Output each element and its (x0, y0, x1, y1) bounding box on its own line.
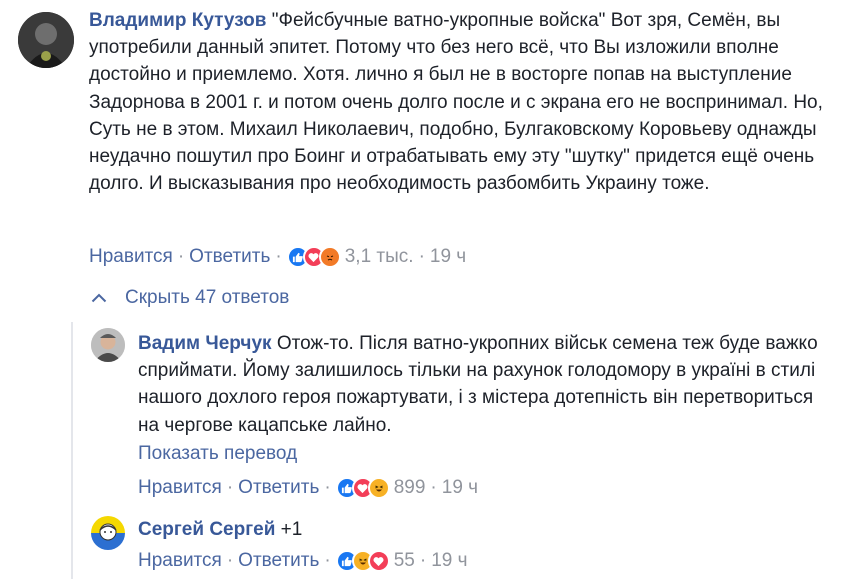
comment-author[interactable]: Вадим Черчук (138, 333, 272, 354)
comment-body: Вадим Черчук Отож-то. Після ватно-укропн… (138, 330, 838, 439)
reaction-count[interactable]: 899 (394, 477, 426, 499)
separator: · (418, 246, 425, 267)
separator: · (324, 477, 331, 498)
haha-reaction-icon (367, 477, 390, 499)
reactions-summary[interactable] (335, 550, 390, 572)
reaction-count[interactable]: 3,1 тыс. (345, 246, 414, 268)
avatar[interactable] (18, 12, 74, 68)
reply-button[interactable]: Ответить (238, 477, 319, 499)
comment-author[interactable]: Сергей Сергей (138, 519, 275, 540)
separator: · (430, 477, 437, 498)
separator: · (177, 246, 185, 267)
avatar[interactable] (91, 328, 125, 362)
comment-actions: Нравится · Ответить · 3,1 тыс. · 19 ч (89, 244, 466, 270)
avatar-photo-icon (91, 516, 125, 550)
comment-text: "Фейсбучные ватно-укропные войска" Вот з… (89, 10, 823, 195)
hide-replies-button[interactable]: Скрыть 47 ответов (91, 287, 289, 309)
hide-replies-label: Скрыть 47 ответов (125, 287, 290, 308)
comment-body: Сергей Сергей +1 (138, 516, 838, 543)
reactions-summary[interactable] (286, 246, 341, 268)
like-button[interactable]: Нравится (89, 246, 173, 268)
avatar-photo-icon (18, 12, 74, 68)
like-button[interactable]: Нравится (138, 550, 222, 572)
comment-text: +1 (280, 519, 303, 540)
timestamp[interactable]: 19 ч (430, 246, 466, 268)
reactions-summary[interactable] (335, 477, 390, 499)
timestamp[interactable]: 19 ч (431, 550, 467, 572)
separator: · (275, 246, 282, 267)
like-button[interactable]: Нравится (138, 477, 222, 499)
comment-actions: Нравится · Ответить · 899 · 19 ч (138, 475, 478, 501)
chevron-up-icon (91, 293, 107, 303)
love-reaction-icon (367, 550, 390, 572)
separator: · (419, 550, 427, 571)
comment-author[interactable]: Владимир Кутузов (89, 10, 266, 31)
avatar[interactable] (91, 516, 125, 550)
separator: · (226, 550, 234, 571)
timestamp[interactable]: 19 ч (442, 477, 478, 499)
avatar-photo-icon (91, 328, 125, 362)
angry-reaction-icon (318, 246, 341, 268)
comment-body: Владимир Кутузов "Фейсбучные ватно-укроп… (89, 7, 839, 197)
separator: · (226, 477, 234, 498)
thread-line (71, 322, 73, 579)
comment-actions: Нравится · Ответить · 55 · 19 ч (138, 548, 468, 574)
show-translation-link[interactable]: Показать перевод (138, 443, 297, 465)
reaction-count[interactable]: 55 (394, 550, 415, 572)
reply-button[interactable]: Ответить (189, 246, 270, 268)
reply-button[interactable]: Ответить (238, 550, 319, 572)
separator: · (324, 550, 331, 571)
